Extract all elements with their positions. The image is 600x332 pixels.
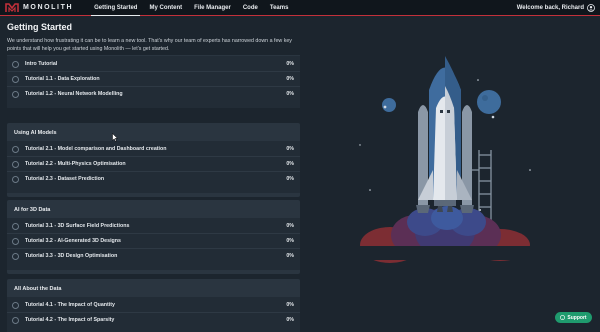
tutorial-label: Tutorial 2.3 - Dataset Prediction xyxy=(25,176,105,182)
tutorial-row[interactable]: Tutorial 4.2 - The Impact of Sparsity 0% xyxy=(7,313,300,328)
tutorial-row[interactable]: Tutorial 3.3 - 3D Design Optimisation 0% xyxy=(7,249,300,264)
support-label: Support xyxy=(567,314,587,321)
mouse-cursor-icon xyxy=(112,133,118,142)
tutorial-label: Tutorial 3.2 - AI-Generated 3D Designs xyxy=(25,238,121,244)
nav-code[interactable]: Code xyxy=(237,0,264,16)
tutorial-progress: 0% xyxy=(286,317,294,323)
support-button[interactable]: Support xyxy=(555,312,592,323)
section-items: Intro Tutorial 0% Tutorial 1.1 - Data Ex… xyxy=(7,56,300,108)
section-title: All About the Data xyxy=(14,286,62,292)
tutorial-row[interactable]: Tutorial 4.1 - The Impact of Quantity 0% xyxy=(7,298,300,313)
nav-teams[interactable]: Teams xyxy=(264,0,295,16)
tutorial-label: Tutorial 1.2 - Neural Network Modelling xyxy=(25,91,123,97)
tutorial-list[interactable]: Intro Tutorial 0% Tutorial 1.1 - Data Ex… xyxy=(7,55,300,332)
progress-radio[interactable] xyxy=(12,61,19,68)
progress-radio[interactable] xyxy=(12,91,19,98)
section-card: AI for 3D Data Tutorial 3.1 - 3D Surface… xyxy=(7,200,300,274)
monolith-logo-icon xyxy=(5,2,19,12)
smoke-clouds xyxy=(355,206,535,263)
planet-small xyxy=(382,98,396,112)
tutorial-progress: 0% xyxy=(286,76,294,82)
section-items: Tutorial 3.1 - 3D Surface Field Predicti… xyxy=(7,218,300,270)
tutorial-progress: 0% xyxy=(286,91,294,97)
monolith-logo[interactable]: MONOLITH xyxy=(5,2,74,13)
progress-radio[interactable] xyxy=(12,317,19,324)
tutorial-row[interactable]: Intro Tutorial 0% xyxy=(7,57,300,72)
main-nav: Getting Started My Content File Manager … xyxy=(88,0,294,16)
tutorial-row[interactable]: Tutorial 1.1 - Data Exploration 0% xyxy=(7,72,300,87)
tutorial-progress: 0% xyxy=(286,161,294,167)
nav-getting-started[interactable]: Getting Started xyxy=(88,0,143,16)
tutorial-row[interactable]: Tutorial 1.2 - Neural Network Modelling … xyxy=(7,87,300,102)
tutorial-progress: 0% xyxy=(286,146,294,152)
progress-radio[interactable] xyxy=(12,76,19,83)
section-card: Intro Tutorial 0% Tutorial 1.1 - Data Ex… xyxy=(7,55,300,108)
progress-radio[interactable] xyxy=(12,302,19,309)
rocket xyxy=(416,56,474,213)
tutorial-label: Tutorial 1.1 - Data Exploration xyxy=(25,76,100,82)
section-title: AI for 3D Data xyxy=(14,207,51,213)
tutorial-progress: 0% xyxy=(286,223,294,229)
tutorial-label: Tutorial 4.1 - The Impact of Quantity xyxy=(25,302,115,308)
brand-name: MONOLITH xyxy=(23,4,74,11)
tutorial-label: Tutorial 2.1 - Model comparison and Dash… xyxy=(25,146,167,152)
tutorial-label: Tutorial 3.1 - 3D Surface Field Predicti… xyxy=(25,223,130,229)
tutorial-label: Tutorial 2.2 - Multi-Physics Optimisatio… xyxy=(25,161,126,167)
page-title: Getting Started xyxy=(7,22,73,32)
progress-radio[interactable] xyxy=(12,146,19,153)
tutorial-row[interactable]: Tutorial 2.3 - Dataset Prediction 0% xyxy=(7,172,300,187)
top-nav-bar: MONOLITH Getting Started My Content File… xyxy=(0,0,600,16)
page-intro: We understand how frustrating it can be … xyxy=(7,38,292,52)
help-circle-icon xyxy=(560,315,566,320)
section-card: All About the Data Tutorial 4.1 - The Im… xyxy=(7,279,300,332)
planet-large xyxy=(477,90,501,114)
nav-my-content[interactable]: My Content xyxy=(143,0,188,16)
section-items: Tutorial 4.1 - The Impact of Quantity 0%… xyxy=(7,297,300,332)
tutorial-progress: 0% xyxy=(286,176,294,182)
tutorial-row[interactable]: Tutorial 2.1 - Model comparison and Dash… xyxy=(7,142,300,157)
tutorial-row[interactable]: Tutorial 3.2 - AI-Generated 3D Designs 0… xyxy=(7,234,300,249)
welcome-text: Welcome back, Richard xyxy=(516,5,584,11)
progress-radio[interactable] xyxy=(12,253,19,260)
tutorial-progress: 0% xyxy=(286,302,294,308)
tutorial-progress: 0% xyxy=(286,61,294,67)
progress-radio[interactable] xyxy=(12,176,19,183)
tutorial-label: Intro Tutorial xyxy=(25,61,58,67)
tutorial-label: Tutorial 4.2 - The Impact of Sparsity xyxy=(25,317,115,323)
section-card: Using AI Models Tutorial 2.1 - Model com… xyxy=(7,123,300,197)
section-title: Using AI Models xyxy=(14,130,57,136)
rocket-launch-illustration xyxy=(355,56,535,263)
progress-radio[interactable] xyxy=(12,223,19,230)
tutorial-label: Tutorial 3.3 - 3D Design Optimisation xyxy=(25,253,118,259)
tutorial-progress: 0% xyxy=(286,253,294,259)
progress-radio[interactable] xyxy=(12,238,19,245)
tutorial-row[interactable]: Tutorial 3.1 - 3D Surface Field Predicti… xyxy=(7,219,300,234)
tutorial-row[interactable]: Tutorial 2.2 - Multi-Physics Optimisatio… xyxy=(7,157,300,172)
nav-file-manager[interactable]: File Manager xyxy=(188,0,237,16)
tutorial-progress: 0% xyxy=(286,238,294,244)
section-items: Tutorial 2.1 - Model comparison and Dash… xyxy=(7,141,300,193)
progress-radio[interactable] xyxy=(12,161,19,168)
user-circle-icon[interactable] xyxy=(587,4,595,12)
